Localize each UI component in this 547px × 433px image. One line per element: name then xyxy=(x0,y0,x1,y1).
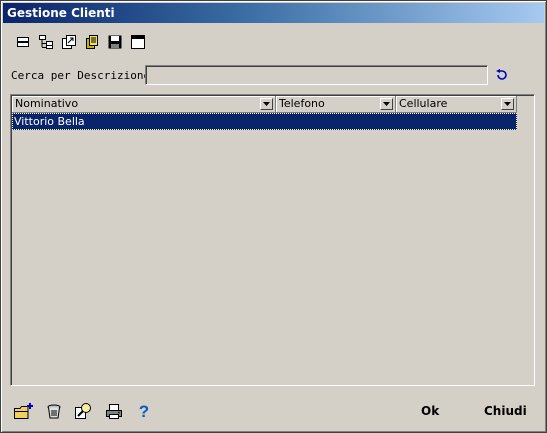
new-record-button[interactable] xyxy=(13,401,35,421)
search-record-icon xyxy=(75,403,91,419)
column-filter-button[interactable] xyxy=(501,98,514,110)
column-filter-button[interactable] xyxy=(260,98,273,110)
database-button[interactable] xyxy=(82,32,102,52)
collapse-rows-icon xyxy=(17,37,29,47)
database-icon xyxy=(86,35,98,49)
column-header-cellulare[interactable]: Cellulare xyxy=(396,96,517,113)
delete-icon xyxy=(47,404,61,419)
help-icon: ? xyxy=(139,402,149,420)
window-title: Gestione Clienti xyxy=(3,3,544,23)
column-header-telefono[interactable]: Telefono xyxy=(276,96,396,113)
bottom-toolbar: ? xyxy=(13,401,163,421)
undo-arrow-icon xyxy=(496,69,507,80)
close-button[interactable]: Chiudi xyxy=(484,403,527,419)
column-label: Cellulare xyxy=(399,97,448,110)
save-icon xyxy=(108,35,122,49)
chevron-down-icon xyxy=(383,102,390,106)
export-button[interactable] xyxy=(59,32,79,52)
column-filter-button[interactable] xyxy=(380,98,393,110)
export-icon xyxy=(62,35,76,49)
new-record-icon xyxy=(14,403,33,419)
ok-button[interactable]: Ok xyxy=(421,403,439,419)
collapse-rows-button[interactable] xyxy=(13,32,33,52)
clients-grid: Nominativo Telefono Cellulare Vittorio B… xyxy=(10,94,535,386)
toolbar xyxy=(13,32,151,52)
help-button[interactable]: ? xyxy=(133,401,155,421)
column-label: Nominativo xyxy=(15,97,79,110)
column-header-nominativo[interactable]: Nominativo xyxy=(12,96,276,113)
tree-view-button[interactable] xyxy=(36,32,56,52)
window-icon xyxy=(131,35,145,49)
chevron-down-icon xyxy=(263,102,270,106)
delete-button[interactable] xyxy=(43,401,65,421)
chevron-down-icon xyxy=(504,102,511,106)
search-record-button[interactable] xyxy=(73,401,95,421)
window-button[interactable] xyxy=(128,32,148,52)
tree-view-icon xyxy=(39,35,53,49)
print-icon xyxy=(106,404,122,419)
table-row[interactable]: Vittorio Bella xyxy=(12,113,517,130)
print-button[interactable] xyxy=(103,401,125,421)
svg-text:?: ? xyxy=(139,402,149,420)
gestione-clienti-window: Gestione Clienti Cerca per Descrizione: … xyxy=(0,0,547,433)
grid-header: Nominativo Telefono Cellulare xyxy=(12,96,517,113)
save-button[interactable] xyxy=(105,32,125,52)
search-label: Cerca per Descrizione: xyxy=(11,69,157,82)
column-label: Telefono xyxy=(279,97,325,110)
search-reset-button[interactable] xyxy=(493,67,511,83)
cell-nominativo: Vittorio Bella xyxy=(14,115,85,128)
search-input[interactable] xyxy=(145,65,488,85)
